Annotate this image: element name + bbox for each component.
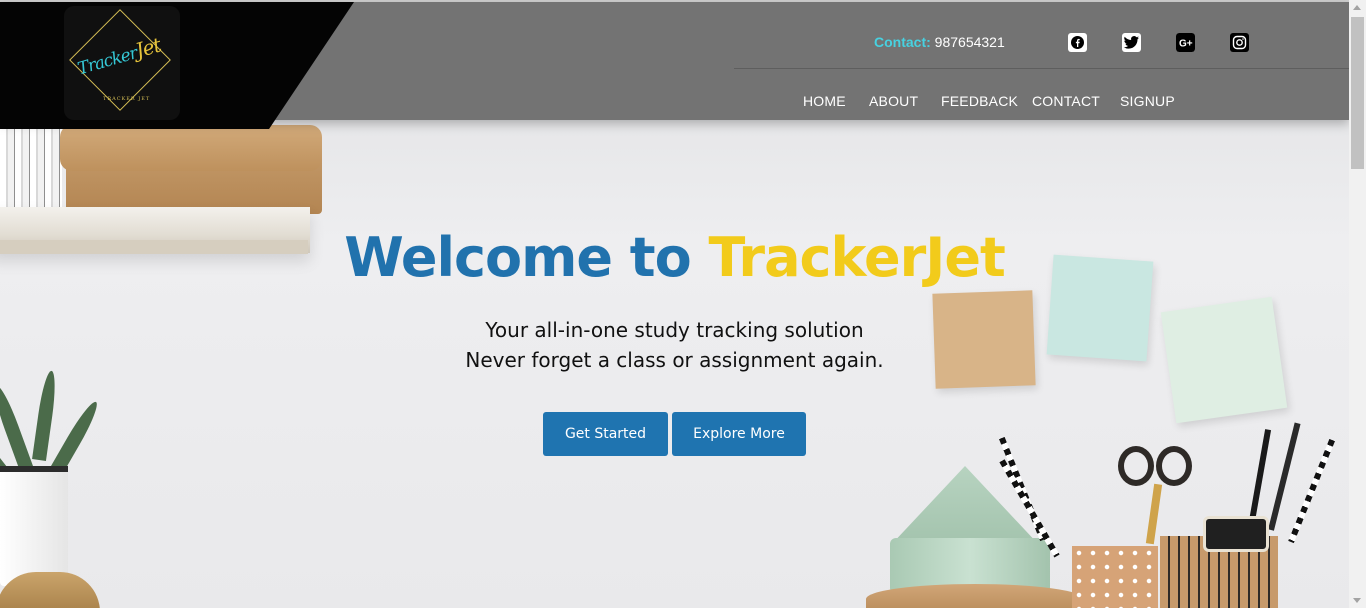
nav-about[interactable]: ABOUT [869,93,918,109]
hero-tagline: Your all-in-one study tracking solution [485,318,864,342]
facebook-icon[interactable] [1068,33,1087,52]
pen-cup-decoration [1072,546,1158,608]
scroll-down-arrow-icon[interactable] [1353,598,1361,603]
nav-contact[interactable]: CONTACT [1032,93,1100,109]
scrollbar-thumb[interactable] [1351,17,1364,169]
plant-leaf [32,369,59,461]
header-divider [734,68,1349,69]
contact-label: Contact: [874,34,931,50]
explore-more-button[interactable]: Explore More [672,412,806,456]
hero-subtagline: Never forget a class or assignment again… [465,348,884,372]
cork-lid-decoration [60,125,322,171]
pen-decoration [1268,422,1301,531]
nav-home[interactable]: HOME [803,93,846,109]
books-decoration [0,128,62,210]
scissors-decoration [1156,446,1192,486]
google-plus-icon[interactable]: G+ [1176,33,1195,52]
instagram-icon[interactable] [1230,33,1249,52]
twitter-icon[interactable] [1122,33,1141,52]
plant-stand-decoration [0,572,100,608]
contact-number: 987654321 [934,34,1005,50]
plant-leaf [0,383,34,473]
hero-title-brand: TrackerJet [708,226,1006,289]
nav-signup[interactable]: SIGNUP [1120,93,1175,109]
lamp-base-decoration [866,584,1084,608]
get-started-button[interactable]: Get Started [543,412,668,456]
chalk-sign-decoration [1203,516,1269,552]
plant-pot-decoration [0,466,68,586]
hero-title: Welcome to TrackerJet [0,226,1349,289]
scissors-decoration [1118,446,1154,486]
svg-text:G+: G+ [1179,39,1193,50]
pencil-decoration [1288,438,1335,544]
nav-feedback[interactable]: FEEDBACK [941,93,1018,109]
logo-subtitle: TRACKER JET [103,96,151,102]
hero-title-welcome: Welcome to [344,226,709,289]
contact-info: Contact: 987654321 [874,34,1005,50]
scroll-up-arrow-icon[interactable] [1353,5,1361,10]
